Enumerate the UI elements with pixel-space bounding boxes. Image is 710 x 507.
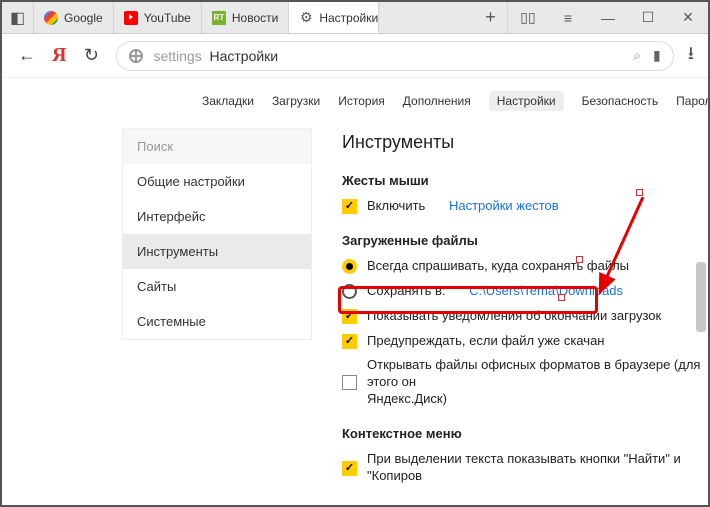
tab-label: Новости — [232, 11, 278, 25]
always-ask-radio[interactable] — [342, 259, 357, 274]
tab-label: Google — [64, 11, 103, 25]
tab-rt[interactable]: RT Новости — [202, 2, 289, 33]
tab-google[interactable]: Google — [34, 2, 114, 33]
sidebar-item-system[interactable]: Системные — [123, 304, 311, 339]
annotation-handle — [576, 256, 583, 263]
search-icon[interactable]: ⌕ — [633, 47, 641, 64]
bookmark-icon[interactable]: ▮ — [653, 47, 661, 64]
enable-gestures-label: Включить — [367, 198, 425, 215]
sidebar-item-general[interactable]: Общие настройки — [123, 164, 311, 199]
sidebar-item-sites[interactable]: Сайты — [123, 269, 311, 304]
panel-toggle-icon[interactable]: ◧ — [2, 2, 34, 33]
maximize-button[interactable]: ☐ — [628, 2, 668, 33]
tab-label: Настройки — [319, 11, 378, 25]
tab-youtube[interactable]: YouTube — [114, 2, 202, 33]
always-ask-label: Всегда спрашивать, куда сохранять файлы — [367, 258, 629, 275]
selection-buttons-label: При выделении текста показывать кнопки "… — [367, 451, 708, 485]
mouse-gestures-heading: Жесты мыши — [342, 173, 708, 188]
tab-strip: Google YouTube RT Новости ⚙ Настройки ✕ — [34, 2, 474, 33]
topnav-passwords[interactable]: Пароли и карты — [676, 94, 708, 108]
settings-topnav: Закладки Загрузки История Дополнения Нас… — [2, 80, 708, 122]
gear-icon: ⚙ — [299, 11, 313, 25]
titlebar: ◧ Google YouTube RT Новости ⚙ Настройки … — [2, 2, 708, 34]
tab-settings[interactable]: ⚙ Настройки ✕ — [289, 2, 379, 33]
browser-window: ◧ Google YouTube RT Новости ⚙ Настройки … — [0, 0, 710, 507]
office-label: Открывать файлы офисных форматов в брауз… — [367, 357, 708, 408]
yandex-logo[interactable]: Я — [52, 44, 66, 67]
warn-checkbox[interactable] — [342, 334, 357, 349]
reader-icon[interactable]: ▯▯ — [508, 2, 548, 33]
topnav-history[interactable]: История — [338, 94, 385, 108]
youtube-icon — [124, 11, 138, 25]
address-input[interactable]: settings Настройки ⌕ ▮ — [116, 41, 673, 71]
enable-gestures-checkbox[interactable] — [342, 199, 357, 214]
selection-buttons-checkbox[interactable] — [342, 461, 357, 476]
topnav-settings[interactable]: Настройки — [489, 91, 564, 111]
downloads-icon[interactable]: ⭳ — [688, 41, 694, 71]
office-checkbox[interactable] — [342, 375, 357, 390]
scrollbar-thumb[interactable] — [696, 262, 706, 332]
sidebar-item-tools[interactable]: Инструменты — [123, 234, 311, 269]
tab-label: YouTube — [144, 11, 191, 25]
back-button[interactable]: ← — [16, 45, 38, 66]
google-icon — [44, 11, 58, 25]
new-tab-button[interactable]: + — [474, 2, 508, 33]
minimize-button[interactable]: — — [588, 2, 628, 33]
topnav-bookmarks[interactable]: Закладки — [202, 94, 254, 108]
downloads-heading: Загруженные файлы — [342, 233, 708, 248]
topnav-addons[interactable]: Дополнения — [403, 94, 471, 108]
settings-sidebar: Поиск Общие настройки Интерфейс Инструме… — [122, 128, 312, 340]
sidebar-item-interface[interactable]: Интерфейс — [123, 199, 311, 234]
sidebar-search[interactable]: Поиск — [123, 129, 311, 164]
section-title: Инструменты — [342, 132, 708, 153]
window-controls: ▯▯ ≡ — ☐ ✕ — [508, 2, 708, 33]
warn-label: Предупреждать, если файл уже скачан — [367, 333, 605, 350]
address-bar: ← Я ↻ settings Настройки ⌕ ▮ ⭳ — [2, 34, 708, 78]
menu-icon[interactable]: ≡ — [548, 2, 588, 33]
address-text: settings Настройки — [153, 48, 278, 64]
topnav-security[interactable]: Безопасность — [582, 94, 659, 108]
annotation-handle — [558, 294, 565, 301]
gesture-settings-link[interactable]: Настройки жестов — [449, 198, 559, 215]
topnav-downloads[interactable]: Загрузки — [272, 94, 320, 108]
globe-icon — [129, 49, 143, 63]
reload-button[interactable]: ↻ — [80, 45, 102, 66]
annotation-handle — [636, 189, 643, 196]
context-menu-heading: Контекстное меню — [342, 426, 708, 441]
close-button[interactable]: ✕ — [668, 2, 708, 33]
rt-icon: RT — [212, 11, 226, 25]
